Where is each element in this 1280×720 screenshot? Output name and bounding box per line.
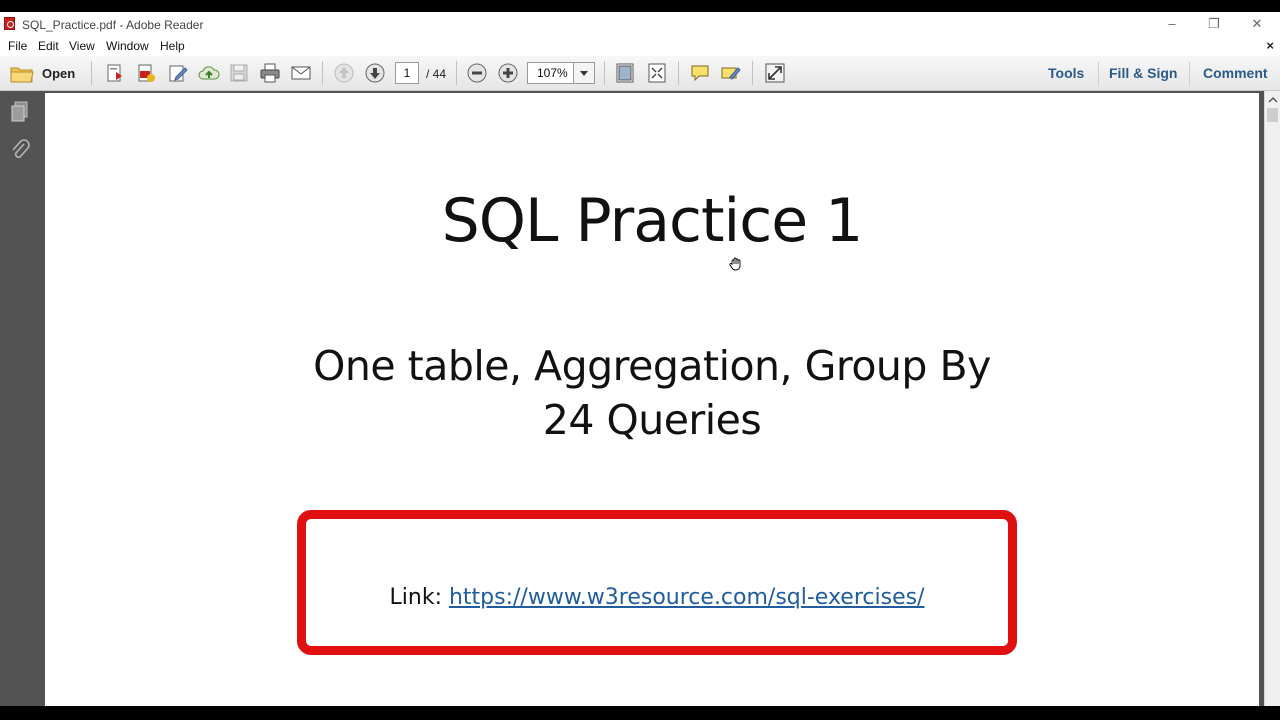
page-subtitle: One table, Aggregation, Group By 24 Quer…: [45, 339, 1259, 447]
full-screen-mode-icon[interactable]: [646, 62, 668, 84]
link-line: Link: https://www.w3resource.com/sql-exe…: [306, 585, 1008, 610]
pdf-page: SQL Practice 1 One table, Aggregation, G…: [45, 93, 1259, 706]
link-highlight-box: Link: https://www.w3resource.com/sql-exe…: [297, 510, 1017, 655]
menu-window[interactable]: Window: [106, 39, 149, 53]
restore-button[interactable]: ❐: [1200, 15, 1228, 33]
hand-cursor-icon: [729, 257, 741, 271]
toolbar-separator: [1098, 62, 1099, 86]
chevron-down-icon[interactable]: [573, 63, 594, 83]
toolbar-separator: [456, 61, 457, 85]
menu-file[interactable]: File: [8, 39, 27, 53]
sticky-note-icon[interactable]: [689, 62, 711, 84]
navigation-pane: [0, 91, 41, 706]
edit-document-icon[interactable]: [167, 62, 189, 84]
subtitle-line: 24 Queries: [542, 396, 762, 444]
toolbar-separator: [91, 61, 92, 85]
pdf-file-icon: [4, 17, 15, 30]
toolbar-separator: [752, 61, 753, 85]
print-icon[interactable]: [259, 62, 281, 84]
upload-cloud-icon[interactable]: [198, 62, 220, 84]
menu-edit[interactable]: Edit: [38, 39, 59, 53]
menu-bar: File Edit View Window Help ×: [0, 36, 1280, 56]
scrollbar-thumb[interactable]: [1267, 108, 1278, 122]
vertical-scrollbar[interactable]: [1264, 91, 1280, 706]
tools-pane-button[interactable]: Tools: [1048, 65, 1084, 81]
title-bar: SQL_Practice.pdf - Adobe Reader – ❐ ✕: [0, 12, 1280, 36]
scroll-up-arrow-icon[interactable]: [1266, 93, 1280, 107]
save-icon[interactable]: [228, 62, 250, 84]
page-thumbnails-icon[interactable]: [9, 100, 31, 124]
highlight-text-icon[interactable]: [720, 62, 742, 84]
document-close-icon[interactable]: ×: [1266, 38, 1274, 53]
window-title: SQL_Practice.pdf - Adobe Reader: [22, 18, 204, 32]
create-pdf-icon[interactable]: [104, 62, 126, 84]
attachments-paperclip-icon[interactable]: [9, 139, 31, 163]
comment-pane-button[interactable]: Comment: [1203, 65, 1268, 81]
subtitle-line: One table, Aggregation, Group By: [313, 342, 991, 390]
document-viewer: SQL Practice 1 One table, Aggregation, G…: [40, 91, 1264, 706]
zoom-out-icon[interactable]: [466, 62, 488, 84]
menu-view[interactable]: View: [69, 39, 95, 53]
open-button[interactable]: Open: [8, 63, 78, 85]
page-title: SQL Practice 1: [441, 186, 864, 256]
toolbar-separator: [678, 61, 679, 85]
folder-icon: [10, 67, 34, 83]
previous-page-icon[interactable]: [333, 62, 355, 84]
toolbar-separator: [322, 61, 323, 85]
expand-icon[interactable]: [764, 62, 786, 84]
email-icon[interactable]: [290, 62, 312, 84]
toolbar-separator: [604, 61, 605, 85]
menu-help[interactable]: Help: [160, 39, 185, 53]
fill-sign-pane-button[interactable]: Fill & Sign: [1109, 65, 1177, 81]
page-total: / 44: [426, 67, 447, 81]
fit-page-icon[interactable]: [614, 62, 636, 84]
exercise-link[interactable]: https://www.w3resource.com/sql-exercises…: [449, 585, 925, 610]
zoom-in-icon[interactable]: [497, 62, 519, 84]
export-pdf-icon[interactable]: [135, 62, 157, 84]
toolbar-separator: [1189, 62, 1190, 86]
page-number-input[interactable]: 1: [395, 62, 419, 84]
next-page-icon[interactable]: [364, 62, 386, 84]
adobe-reader-window: SQL_Practice.pdf - Adobe Reader – ❐ ✕ Fi…: [0, 12, 1280, 706]
minimize-button[interactable]: –: [1158, 15, 1186, 33]
zoom-select[interactable]: 107%: [527, 62, 595, 84]
toolbar: Open 1 / 44 107% Tools Fill & Sign Comme…: [0, 56, 1280, 91]
close-button[interactable]: ✕: [1243, 15, 1271, 33]
link-label: Link:: [389, 585, 449, 610]
